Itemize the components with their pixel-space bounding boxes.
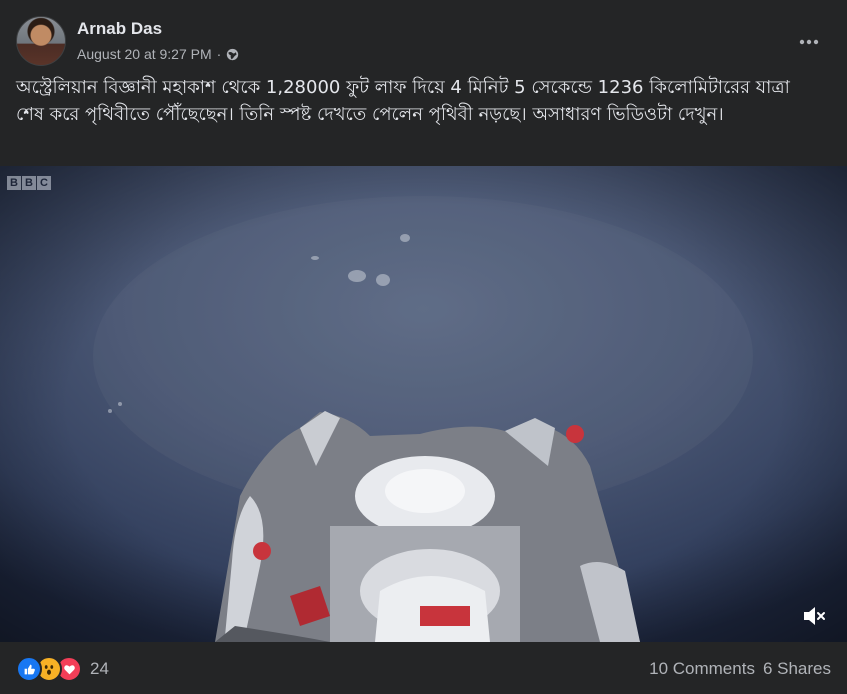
author-name[interactable]: Arnab Das bbox=[77, 19, 162, 39]
post-header: Arnab Das August 20 at 9:27 PM · bbox=[16, 16, 831, 68]
like-icon bbox=[16, 656, 42, 682]
post-footer: 24 10 Comments 6 Shares bbox=[16, 648, 831, 690]
shares-count[interactable]: 6 Shares bbox=[763, 659, 831, 679]
video-player[interactable]: B B C bbox=[0, 166, 847, 642]
engagement-stats: 10 Comments 6 Shares bbox=[649, 659, 831, 679]
post-text: অস্ট্রেলিয়ান বিজ্ঞানী মহাকাশ থেকে 1,280… bbox=[16, 77, 790, 125]
meta-separator: · bbox=[216, 46, 222, 62]
more-options-icon[interactable] bbox=[791, 24, 827, 60]
video-frame bbox=[0, 166, 847, 642]
volume-muted-icon[interactable] bbox=[801, 604, 827, 628]
avatar[interactable] bbox=[16, 16, 66, 66]
timestamp[interactable]: August 20 at 9:27 PM bbox=[77, 46, 212, 62]
post-meta: August 20 at 9:27 PM · bbox=[77, 46, 239, 62]
reactions-summary[interactable]: 24 bbox=[16, 656, 109, 682]
bbc-watermark: B B C bbox=[7, 176, 51, 190]
watermark-letter: B bbox=[7, 176, 21, 190]
comments-count[interactable]: 10 Comments bbox=[649, 659, 755, 679]
reaction-count[interactable]: 24 bbox=[90, 659, 109, 679]
watermark-letter: B bbox=[22, 176, 36, 190]
globe-icon[interactable] bbox=[226, 48, 239, 61]
watermark-letter: C bbox=[37, 176, 51, 190]
post-card: Arnab Das August 20 at 9:27 PM · অস্ট্রে… bbox=[0, 0, 847, 694]
